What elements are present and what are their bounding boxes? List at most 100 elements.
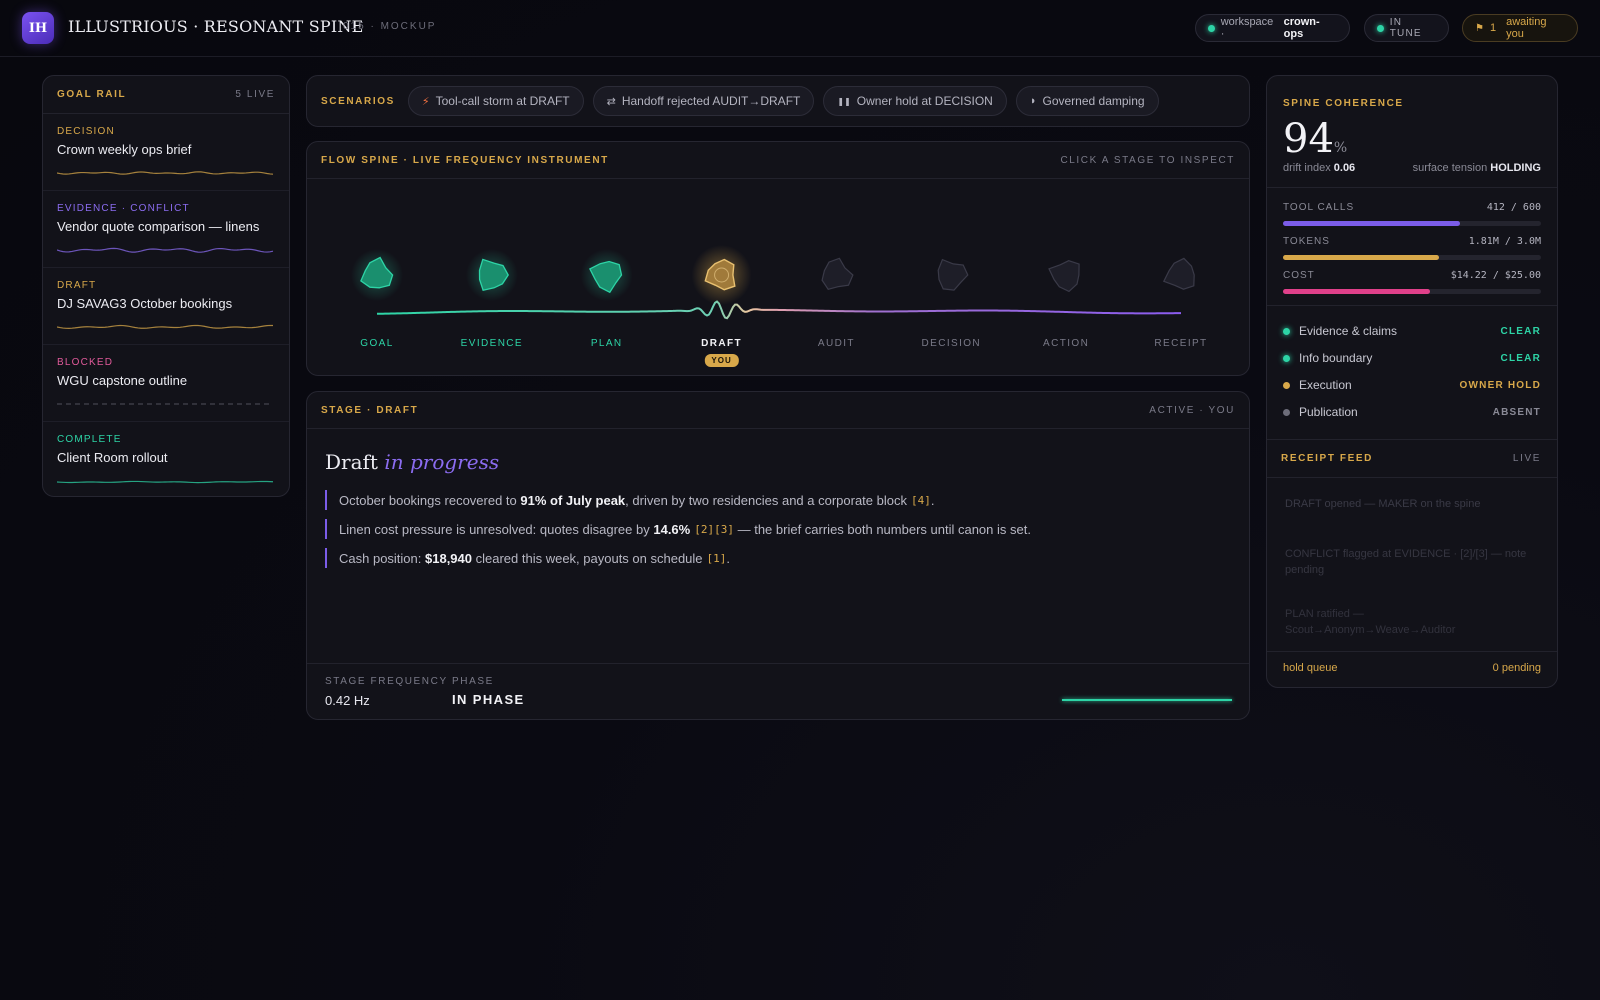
flow-spine-header: FLOW SPINE · LIVE FREQUENCY INSTRUMENT C… (307, 142, 1249, 179)
bullet-highlight: 14.6% (653, 521, 691, 537)
status-dot-icon (1208, 24, 1215, 32)
scenario-chip[interactable]: ⇄ Handoff rejected AUDIT→DRAFT (592, 86, 815, 116)
stage-label-audit[interactable]: AUDIT (818, 338, 855, 349)
pause-icon: ❚❚ (837, 96, 851, 106)
goal-rail-item[interactable]: EVIDENCE · CONFLICT Vendor quote comparis… (43, 191, 289, 268)
receipt-item[interactable]: CONFLICT flagged at EVIDENCE · [2]/[3] —… (1285, 546, 1527, 578)
stage-node-receipt[interactable] (1162, 257, 1195, 290)
goal-rail-item[interactable]: DECISION Crown weekly ops brief (43, 114, 289, 191)
check-status: OWNER HOLD (1459, 379, 1541, 391)
goal-kind: DECISION (57, 126, 115, 137)
status-dot-icon (1283, 408, 1290, 416)
goal-waveform (57, 480, 274, 484)
scenarios-bar: SCENARIOS ⚡ Tool-call storm at DRAFT ⇄ Hand… (306, 75, 1250, 127)
budget-value: $14.22 / $25.00 (1450, 270, 1541, 281)
scenario-chip-label: Governed damping (1042, 94, 1145, 108)
goal-rail-item[interactable]: BLOCKED WGU capstone outline (43, 345, 289, 422)
stage-label-draft[interactable]: DRAFT (701, 338, 742, 349)
stage-label-evidence[interactable]: EVIDENCE (461, 338, 523, 349)
goal-title: WGU capstone outline (57, 373, 188, 388)
drift-label: drift index (1283, 162, 1331, 174)
stage-node-action[interactable] (1048, 260, 1080, 293)
goal-title: Vendor quote comparison — linens (57, 219, 260, 234)
stage-label-plan[interactable]: PLAN (591, 338, 623, 349)
receipt-text: DRAFT opened — MAKER on the spine (1285, 498, 1481, 510)
surface-tension: surface tension HOLDING (1413, 162, 1541, 174)
stage-phase-value: IN PHASE (452, 692, 525, 707)
stage-bullet: Cash position: $18,940 cleared this week… (325, 548, 730, 568)
check-row[interactable]: Evidence & claims CLEAR (1283, 321, 1541, 341)
hold-queue[interactable]: hold queue 0 pending (1283, 662, 1541, 674)
goal-rail-count: 5 LIVE (235, 89, 275, 100)
flag-icon: ⚑ (1475, 22, 1484, 34)
app-logo[interactable]: IH (22, 12, 54, 44)
awaiting-pill[interactable]: ⚑ 1 awaiting you (1462, 14, 1578, 42)
stage-label-action[interactable]: ACTION (1043, 338, 1089, 349)
check-row[interactable]: Publication ABSENT (1283, 402, 1541, 422)
top-bar: IH ILLUSTRIOUS · RESONANT SPINE 015 · MO… (0, 0, 1600, 57)
tension-value: HOLDING (1490, 162, 1541, 174)
workspace-pill[interactable]: workspace · crown-ops (1195, 14, 1350, 42)
scenario-chip[interactable]: ❚❚ Owner hold at DECISION (823, 86, 1007, 116)
scenarios-label: SCENARIOS (321, 95, 395, 107)
goal-title: Client Room rollout (57, 450, 168, 465)
status-dot-icon (1377, 24, 1384, 32)
budget-row: TOOL CALLS 412 / 600 (1283, 202, 1541, 232)
check-label: Evidence & claims (1299, 324, 1398, 338)
receipt-item[interactable]: PLAN ratified — Scout→Anonym→Weave→Audit… (1285, 606, 1527, 638)
budget-row: COST $14.22 / $25.00 (1283, 270, 1541, 300)
tune-status-pill[interactable]: IN TUNE (1364, 14, 1449, 42)
stage-node-audit[interactable] (821, 257, 854, 290)
stage-node-draft[interactable] (691, 245, 752, 305)
bullet-text: . (726, 550, 731, 566)
budget-track (1283, 255, 1541, 260)
citation-link[interactable]: [4] (911, 494, 931, 507)
stage-node-goal[interactable] (351, 249, 403, 301)
coherence-label: SPINE COHERENCE (1283, 98, 1404, 109)
stage-title-emphasis: in progress (384, 450, 500, 474)
stage-node-decision[interactable] (937, 258, 969, 291)
hold-queue-value: 0 pending (1492, 662, 1541, 674)
stage-node-evidence[interactable] (465, 249, 518, 301)
scenario-chip[interactable]: ◗ Governed damping (1015, 86, 1159, 116)
stage-label-decision[interactable]: DECISION (922, 338, 982, 349)
drift-value: 0.06 (1333, 162, 1356, 174)
goal-kind: EVIDENCE · CONFLICT (57, 203, 190, 214)
budget-fill (1283, 221, 1461, 226)
stage-node-plan[interactable] (580, 249, 633, 301)
check-status: CLEAR (1500, 352, 1541, 364)
budget-row: TOKENS 1.81M / 3.0M (1283, 236, 1541, 266)
scenario-chip-label: Owner hold at DECISION (856, 94, 993, 108)
stage-label-receipt[interactable]: RECEIPT (1154, 338, 1207, 349)
receipt-item[interactable]: DRAFT opened — MAKER on the spine (1285, 496, 1527, 512)
stage-label: STAGE · DRAFT (321, 404, 419, 416)
stage-frequency: STAGE FREQUENCY 0.42 Hz (325, 676, 448, 708)
divider (1267, 651, 1557, 652)
stage-bullet: October bookings recovered to 91% of Jul… (325, 490, 935, 510)
goal-rail-item[interactable]: COMPLETE Client Room rollout (43, 422, 289, 499)
check-label: Execution (1299, 378, 1352, 392)
goal-waveform (57, 324, 274, 329)
scenario-chip[interactable]: ⚡ Tool-call storm at DRAFT (407, 86, 584, 116)
goal-waveform (57, 171, 274, 175)
budget-track (1283, 289, 1541, 294)
receipt-feed-title: RECEIPT FEED (1281, 453, 1373, 464)
receipt-text: CONFLICT flagged at EVIDENCE · [2]/[3] —… (1285, 548, 1527, 576)
stage-frequency-label: STAGE FREQUENCY (325, 676, 448, 687)
you-badge: YOU (704, 354, 739, 367)
divider (1267, 187, 1557, 188)
stage-panel: STAGE · DRAFT ACTIVE · YOU Draft in prog… (306, 391, 1250, 720)
stage-label-goal[interactable]: GOAL (360, 338, 393, 349)
check-row[interactable]: Info boundary CLEAR (1283, 348, 1541, 368)
goal-rail: GOAL RAIL 5 LIVE DECISION Crown weekly op… (42, 75, 290, 497)
goal-waveform (57, 403, 273, 405)
status-dot-icon (1283, 354, 1290, 362)
citation-link[interactable]: [2][3] (694, 523, 734, 536)
goal-rail-item[interactable]: DRAFT DJ SAVAG3 October bookings (43, 268, 289, 345)
drift-index: drift index 0.06 (1283, 162, 1355, 174)
coherence-value: 94% (1283, 116, 1347, 162)
stage-phase: PHASE IN PHASE (452, 676, 525, 707)
receipt-feed-list[interactable]: DRAFT opened — MAKER on the spine CONFLIC… (1267, 478, 1557, 648)
check-row[interactable]: Execution OWNER HOLD (1283, 375, 1541, 395)
citation-link[interactable]: [1] (707, 552, 727, 565)
